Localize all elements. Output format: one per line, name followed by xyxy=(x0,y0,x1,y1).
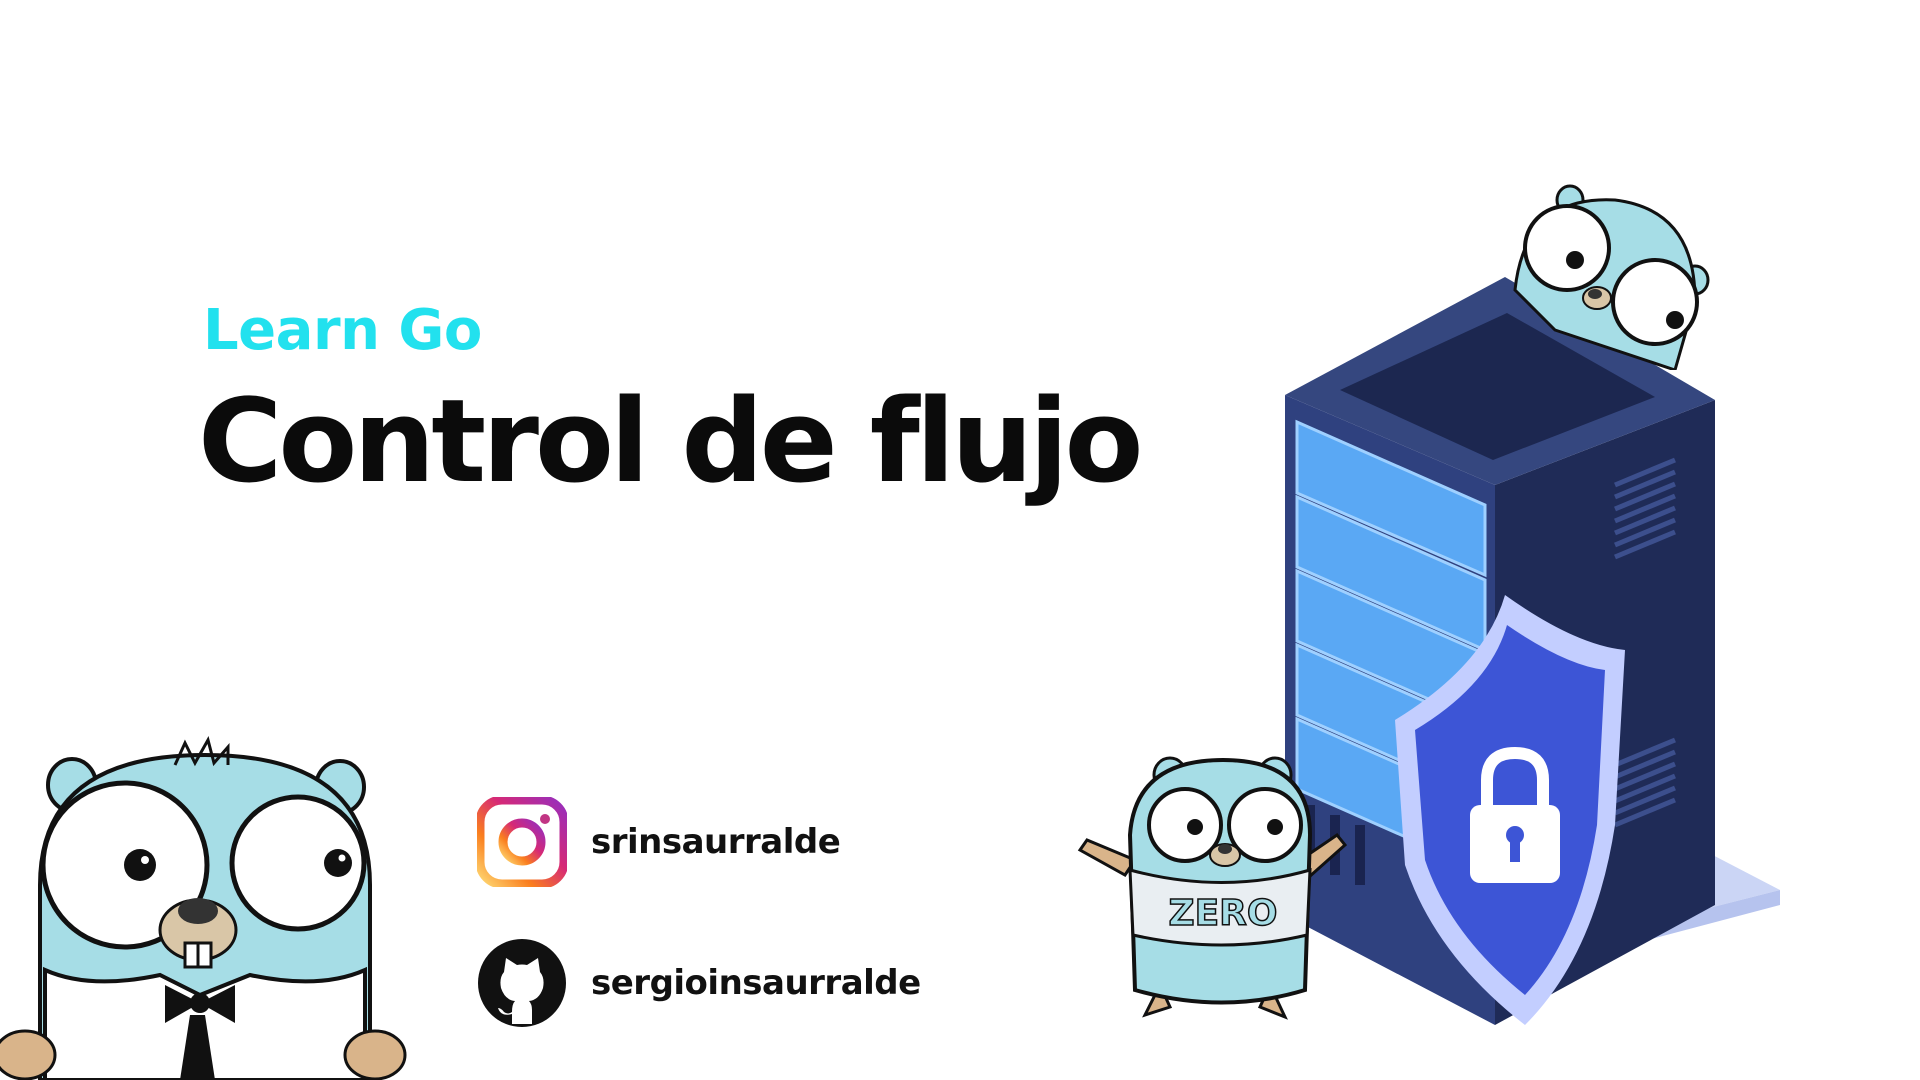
kicker-text: Learn Go xyxy=(203,298,482,363)
page-title: Control de flujo xyxy=(198,375,1144,509)
gopher-peeking-illustration xyxy=(1513,184,1710,370)
gopher-bowtie-illustration xyxy=(0,736,407,1080)
shirt-text: ZERO xyxy=(1168,893,1277,934)
instagram-handle: srinsaurralde xyxy=(591,822,841,862)
gopher-zero-illustration: ZERO xyxy=(1077,756,1348,1020)
instagram-link[interactable]: srinsaurralde xyxy=(477,797,841,887)
instagram-icon xyxy=(477,797,567,887)
github-icon xyxy=(478,939,566,1027)
github-handle: sergioinsaurralde xyxy=(591,963,921,1003)
github-link[interactable]: sergioinsaurralde xyxy=(477,938,921,1028)
